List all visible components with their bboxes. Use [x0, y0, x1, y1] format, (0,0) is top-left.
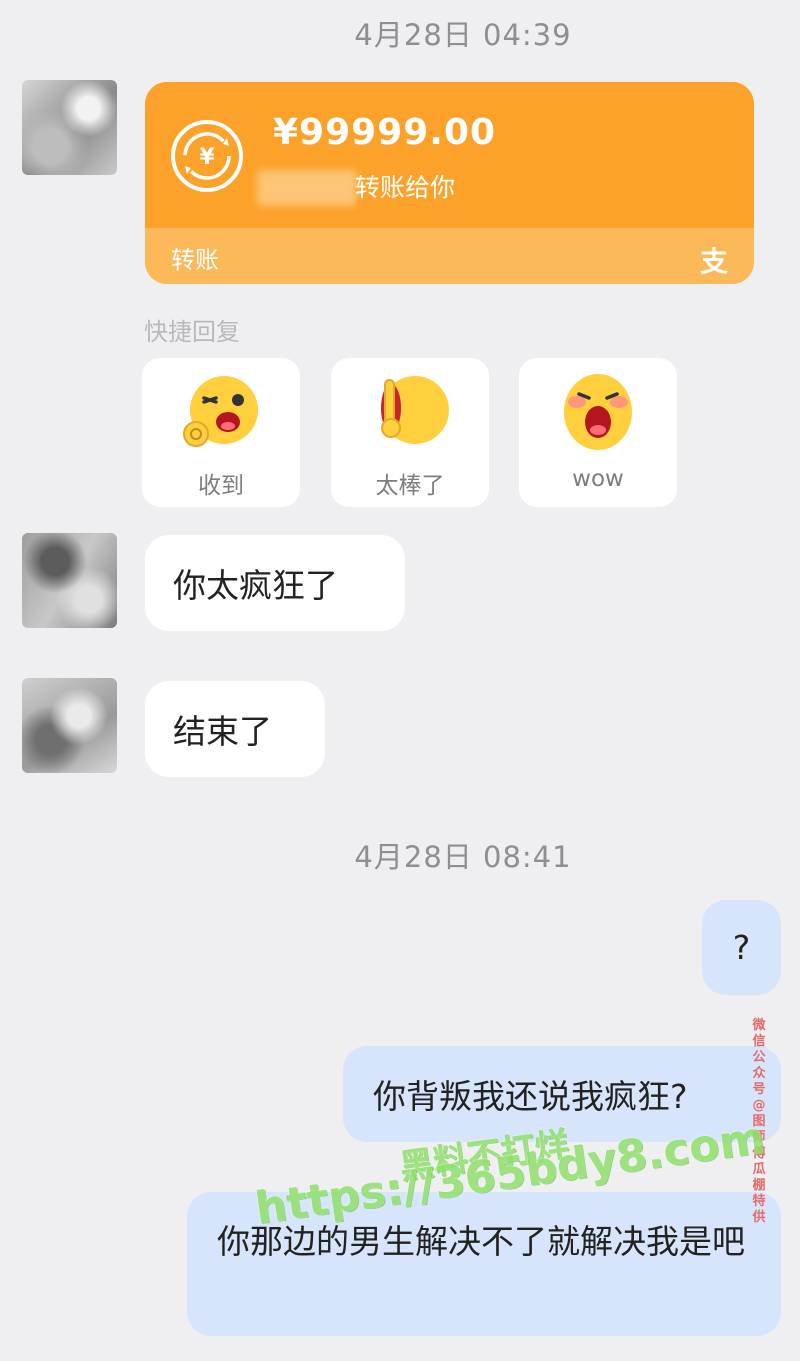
message-text: ?	[732, 928, 751, 967]
shocked-emoji-icon	[564, 374, 632, 450]
message-text: 结束了	[173, 712, 272, 751]
avatar[interactable]	[22, 533, 117, 628]
transfer-description: 转账给你	[355, 173, 456, 202]
quick-reply-label: wow	[572, 466, 624, 492]
ok-wink-emoji-icon	[183, 376, 258, 447]
chat-screen: 4月28日 04:39 ¥ ¥99999.00 转账给你 转账 支 快捷回复 收…	[0, 0, 800, 1361]
quick-reply-label: 太棒了	[375, 473, 445, 499]
quick-reply-label: 收到	[198, 473, 244, 499]
quick-reply-title: 快捷回复	[144, 318, 240, 346]
alipay-icon: 支	[699, 245, 728, 278]
transfer-icon: ¥	[171, 120, 243, 192]
svg-text:¥: ¥	[199, 145, 215, 170]
message-text: 你太疯狂了	[173, 566, 338, 605]
transfer-amount: ¥99999.00	[273, 112, 497, 153]
quick-reply-wow[interactable]: wow	[519, 358, 677, 507]
timestamp: 4月28日 04:39	[354, 18, 572, 52]
thumbs-up-emoji-icon	[381, 376, 449, 444]
transfer-card[interactable]: ¥ ¥99999.00 转账给你 转账 支	[145, 82, 754, 284]
transfer-footer: 转账 支	[145, 228, 754, 284]
transfer-label: 转账	[171, 246, 219, 274]
quick-reply-received[interactable]: 收到	[142, 358, 300, 507]
incoming-message[interactable]: 结束了	[145, 681, 325, 777]
message-text: 你背叛我还说我疯狂?	[373, 1077, 688, 1116]
quick-reply-great[interactable]: 太棒了	[331, 358, 489, 507]
timestamp: 4月28日 08:41	[354, 840, 572, 874]
incoming-message[interactable]: 你太疯狂了	[145, 535, 405, 631]
avatar[interactable]	[22, 80, 117, 175]
blurred-sender-name	[257, 170, 357, 206]
avatar[interactable]	[22, 678, 117, 773]
outgoing-message[interactable]: ?	[702, 900, 781, 995]
